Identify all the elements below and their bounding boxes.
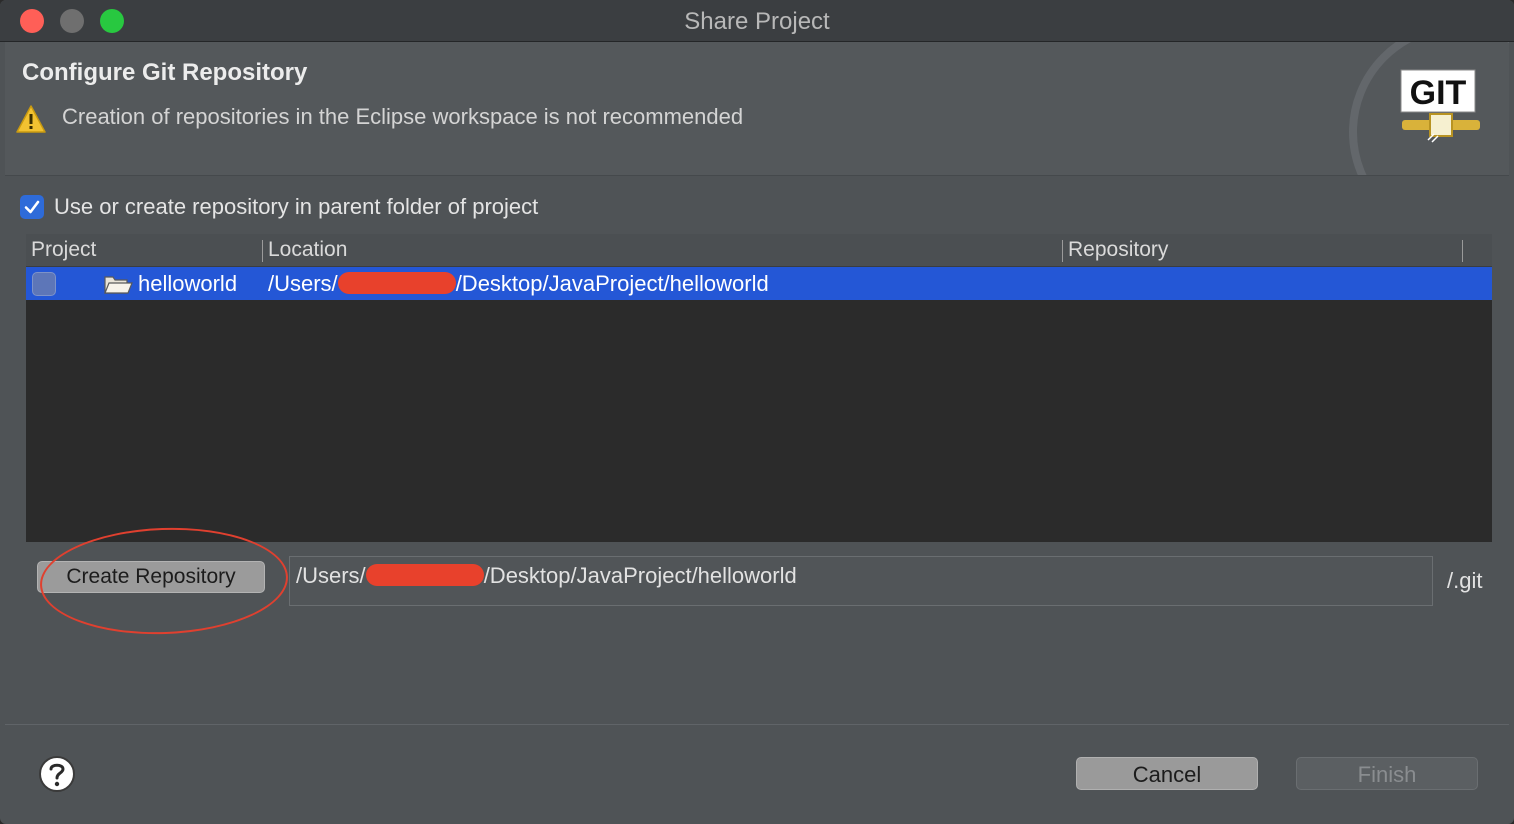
table-header: Project Location Repository (26, 234, 1492, 267)
footer-divider (5, 724, 1509, 725)
column-divider[interactable] (262, 240, 263, 262)
column-header-repository[interactable]: Repository (1068, 238, 1168, 262)
git-logo-icon: GIT (1400, 69, 1480, 143)
create-repository-button[interactable]: Create Repository (37, 561, 265, 593)
repository-path-text: /Users/ /Desktop/JavaProject/helloworld (296, 563, 797, 589)
page-title: Configure Git Repository (22, 59, 308, 86)
help-icon[interactable] (38, 755, 76, 793)
finish-button[interactable]: Finish (1296, 757, 1478, 790)
location-suffix: /Desktop/JavaProject/helloworld (455, 271, 769, 296)
checkmark-icon (24, 200, 40, 214)
use-parent-folder-label: Use or create repository in parent folde… (54, 194, 539, 219)
warning-message: Creation of repositories in the Eclipse … (62, 104, 744, 129)
git-logo-text: GIT (1410, 74, 1467, 112)
open-folder-icon (104, 276, 133, 294)
redaction-mark (337, 272, 456, 294)
warning-icon (16, 105, 46, 133)
location-prefix: /Users/ (268, 271, 338, 296)
cancel-button[interactable]: Cancel (1076, 757, 1258, 790)
git-dir-suffix: /.git (1447, 568, 1483, 593)
column-divider[interactable] (1062, 240, 1063, 262)
redaction-mark (365, 564, 484, 586)
share-project-dialog: Share Project Configure Git Repository C… (0, 0, 1514, 824)
use-parent-folder-option[interactable]: Use or create repository in parent folde… (20, 194, 538, 220)
column-header-location[interactable]: Location (268, 238, 347, 262)
column-header-project[interactable]: Project (31, 238, 96, 262)
column-divider[interactable] (1462, 240, 1463, 262)
path-suffix: /Desktop/JavaProject/helloworld (483, 563, 797, 588)
project-location: /Users/ /Desktop/JavaProject/helloworld (268, 271, 769, 297)
window-title: Share Project (684, 8, 830, 35)
table-row[interactable]: helloworld /Users/ /Desktop/JavaProject/h… (26, 267, 1492, 300)
use-parent-folder-checkbox[interactable] (20, 195, 44, 219)
path-prefix: /Users/ (296, 563, 366, 588)
row-checkbox[interactable] (32, 272, 56, 296)
project-name: helloworld (138, 271, 238, 296)
projects-table: Project Location Repository helloworld /… (26, 234, 1492, 542)
title-bar: Share Project (0, 0, 1514, 42)
wizard-header: Configure Git Repository Creation of rep… (5, 42, 1509, 176)
repository-path-field[interactable]: /Users/ /Desktop/JavaProject/helloworld (289, 556, 1433, 606)
